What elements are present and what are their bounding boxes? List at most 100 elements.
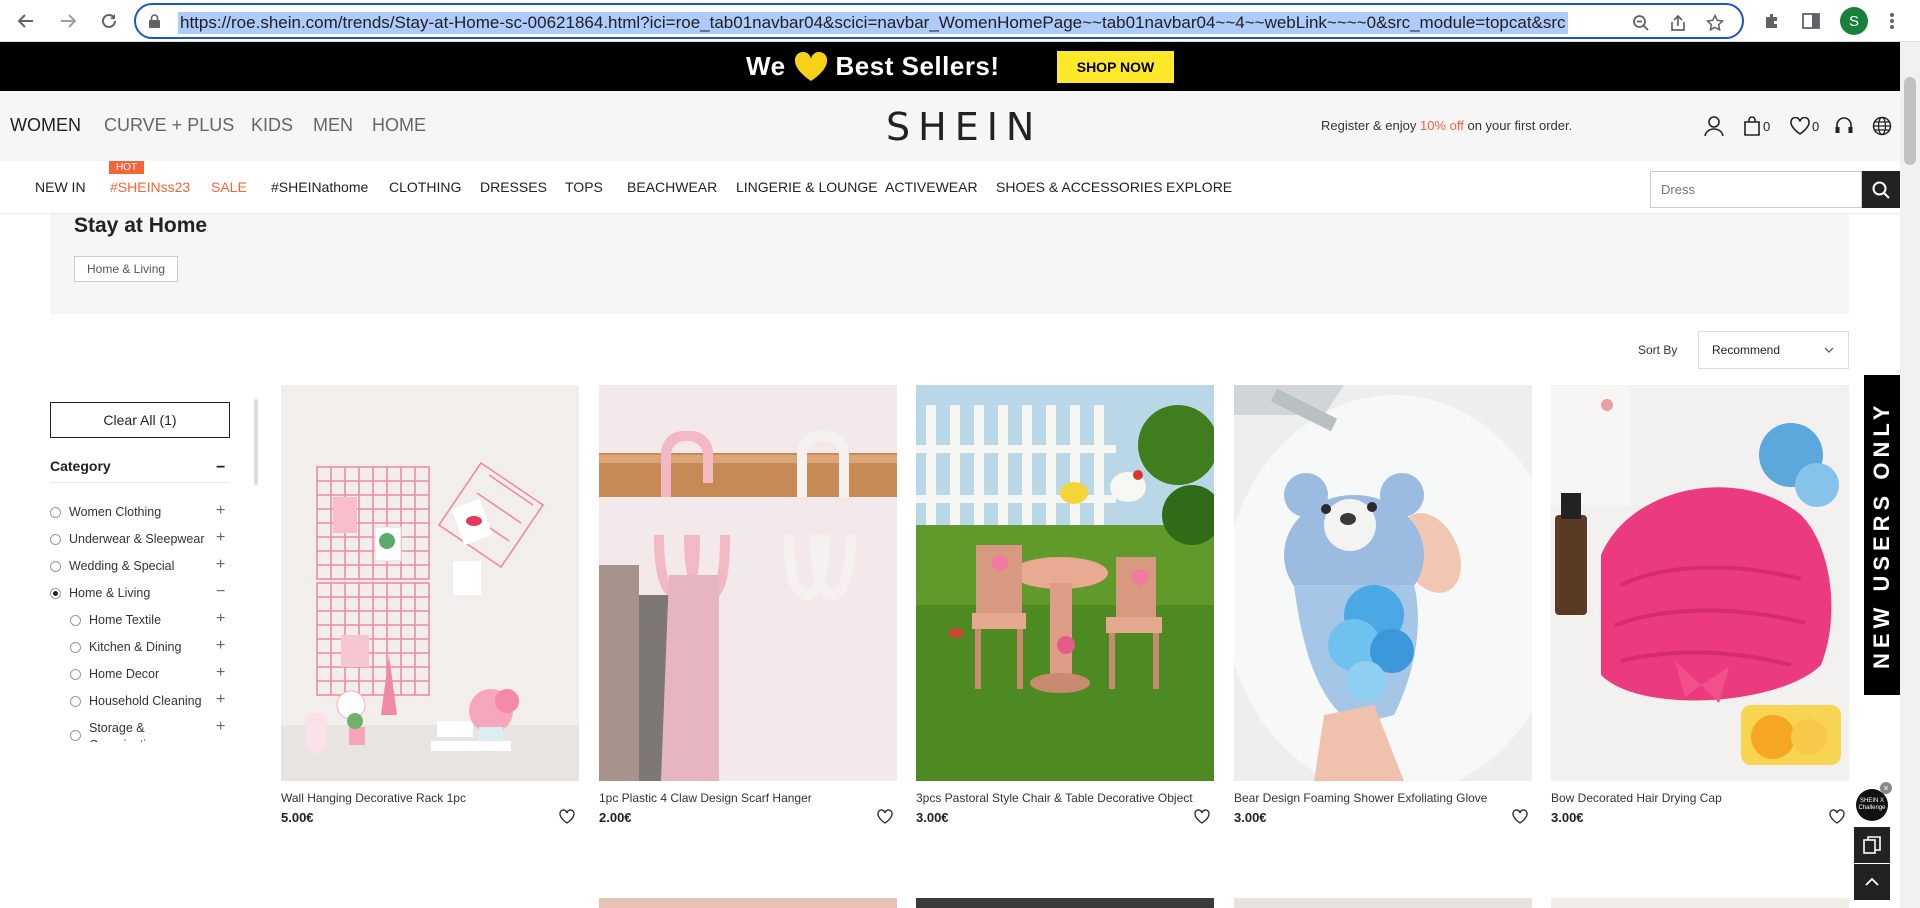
expand-icon[interactable]: +	[216, 556, 225, 574]
close-icon[interactable]: ×	[1880, 782, 1892, 794]
nav-explore[interactable]: EXPLORE	[1166, 179, 1232, 195]
product-image[interactable]	[1551, 898, 1849, 908]
product-image[interactable]	[1551, 385, 1849, 781]
zoom-icon[interactable]	[1631, 13, 1651, 33]
expand-icon[interactable]: +	[216, 529, 225, 547]
product-image[interactable]	[599, 898, 897, 908]
expand-icon[interactable]: +	[216, 637, 225, 655]
collapse-icon[interactable]: −	[216, 583, 225, 601]
nav-tops[interactable]: TOPS	[565, 179, 603, 195]
radio-button-selected[interactable]	[50, 588, 61, 599]
topcat-kids[interactable]: KIDS	[251, 115, 293, 136]
tag-home-living[interactable]: Home & Living	[74, 256, 179, 282]
nav-sheinss23[interactable]: #SHEINss23	[110, 179, 190, 195]
nav-clothing[interactable]: CLOTHING	[389, 179, 461, 195]
search-input[interactable]	[1651, 172, 1861, 207]
star-icon[interactable]	[1705, 13, 1725, 33]
nav-shoes-accessories[interactable]: SHOES & ACCESSORIES	[996, 179, 1163, 195]
back-to-top-button[interactable]	[1854, 864, 1890, 900]
topcat-women[interactable]: WOMEN	[10, 115, 81, 136]
radio-button[interactable]	[50, 534, 61, 545]
radio-button[interactable]	[50, 507, 61, 518]
support-icon[interactable]	[1834, 115, 1854, 137]
bag-button[interactable]: 0	[1743, 115, 1770, 137]
expand-icon[interactable]: +	[216, 718, 225, 736]
topcat-curve-plus[interactable]: CURVE + PLUS	[104, 115, 234, 136]
nav-sale[interactable]: SALE	[211, 179, 247, 195]
product-name[interactable]: Bow Decorated Hair Drying Cap	[1551, 791, 1722, 805]
shop-now-button[interactable]: SHOP NOW	[1057, 51, 1174, 83]
heart-icon[interactable]	[559, 809, 575, 825]
copy-button[interactable]	[1854, 827, 1890, 863]
register-text: Register & enjoy	[1321, 118, 1420, 133]
heart-icon[interactable]	[1829, 809, 1845, 825]
filter-scrollbar[interactable]	[254, 399, 258, 485]
menu-icon[interactable]	[1880, 9, 1904, 33]
back-button[interactable]	[12, 7, 40, 35]
heart-icon[interactable]	[877, 809, 893, 825]
radio-button[interactable]	[70, 696, 81, 707]
reload-button[interactable]	[95, 7, 123, 35]
heart-icon[interactable]	[1512, 809, 1528, 825]
radio-button[interactable]	[50, 561, 61, 572]
product-name[interactable]: 3pcs Pastoral Style Chair & Table Decora…	[916, 791, 1193, 805]
subcategory-household-cleaning[interactable]: Household Cleaning	[70, 693, 202, 711]
product-image[interactable]	[916, 898, 1214, 908]
nav-new-in[interactable]: NEW IN	[35, 179, 86, 195]
register-promo[interactable]: Register & enjoy 10% off on your first o…	[1321, 118, 1572, 133]
product-name[interactable]: 1pc Plastic 4 Claw Design Scarf Hanger	[599, 791, 812, 805]
globe-icon[interactable]	[1872, 115, 1892, 137]
subcategory-kitchen-dining[interactable]: Kitchen & Dining	[70, 639, 181, 657]
clear-all-button[interactable]: Clear All (1)	[50, 402, 230, 438]
wishlist-button[interactable]: 0	[1790, 115, 1819, 137]
scrollbar-thumb[interactable]	[1904, 77, 1916, 165]
product-name[interactable]: Wall Hanging Decorative Rack 1pc	[281, 791, 466, 805]
address-bar[interactable]: https://roe.shein.com/trends/Stay-at-Hom…	[134, 3, 1744, 39]
category-heading: Category	[50, 458, 111, 474]
share-icon[interactable]	[1668, 13, 1688, 33]
category-collapse-toggle[interactable]: −	[216, 459, 225, 477]
expand-icon[interactable]: +	[216, 691, 225, 709]
search-button[interactable]	[1862, 171, 1900, 208]
radio-button[interactable]	[70, 730, 81, 741]
subcategory-storage-organization[interactable]: Storage & Organization	[70, 720, 180, 742]
category-wedding-special[interactable]: Wedding & Special	[50, 558, 174, 576]
sidepanel-icon[interactable]	[1799, 9, 1823, 33]
category-women-clothing[interactable]: Women Clothing	[50, 504, 161, 522]
subcategory-home-textile[interactable]: Home Textile	[70, 612, 161, 630]
radio-button[interactable]	[70, 669, 81, 680]
promo-banner[interactable]: We Best Sellers! SHOP NOW	[0, 42, 1900, 91]
profile-avatar[interactable]: S	[1840, 7, 1868, 35]
nav-lingerie-lounge[interactable]: LINGERIE & LOUNGE	[736, 179, 878, 195]
expand-icon[interactable]: +	[216, 502, 225, 520]
nav-activewear[interactable]: ACTIVEWEAR	[885, 179, 978, 195]
extensions-icon[interactable]	[1760, 9, 1784, 33]
page-scrollbar[interactable]	[1900, 42, 1920, 908]
category-home-living[interactable]: Home & Living	[50, 585, 150, 603]
category-label: Women Clothing	[69, 505, 162, 519]
product-name[interactable]: Bear Design Foaming Shower Exfoliating G…	[1234, 791, 1487, 805]
radio-button[interactable]	[70, 615, 81, 626]
expand-icon[interactable]: +	[216, 610, 225, 628]
product-image[interactable]	[281, 385, 579, 781]
shein-logo[interactable]: SHEIN	[886, 105, 1042, 149]
nav-dresses[interactable]: DRESSES	[480, 179, 547, 195]
product-image[interactable]	[916, 385, 1214, 781]
topcat-men[interactable]: MEN	[313, 115, 353, 136]
category-underwear-sleepwear[interactable]: Underwear & Sleepwear	[50, 531, 205, 549]
nav-sheinathome[interactable]: #SHEINathome	[271, 179, 368, 195]
heart-icon[interactable]	[1194, 809, 1210, 825]
product-image[interactable]	[1234, 898, 1532, 908]
topcat-home[interactable]: HOME	[372, 115, 426, 136]
nav-beachwear[interactable]: BEACHWEAR	[627, 179, 717, 195]
radio-button[interactable]	[70, 642, 81, 653]
product-image[interactable]	[1234, 385, 1532, 781]
subcategory-home-decor[interactable]: Home Decor	[70, 666, 159, 684]
account-icon[interactable]	[1704, 115, 1724, 137]
forward-button[interactable]	[54, 7, 82, 35]
url-text[interactable]: https://roe.shein.com/trends/Stay-at-Hom…	[178, 12, 1568, 34]
product-image[interactable]	[599, 385, 897, 781]
expand-icon[interactable]: +	[216, 664, 225, 682]
challenge-badge[interactable]: SHEIN X Challenge	[1856, 789, 1888, 821]
sort-select[interactable]: Recommend	[1698, 331, 1849, 369]
